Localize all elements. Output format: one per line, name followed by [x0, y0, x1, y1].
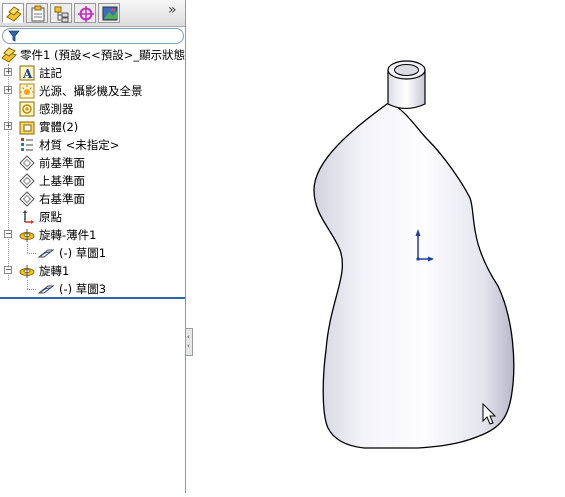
filter-icon — [8, 30, 20, 42]
tree-item-label: (-) 草圖3 — [59, 282, 107, 296]
tree-item-label: 上基準面 — [39, 174, 85, 188]
collapse-icon[interactable]: − — [4, 230, 12, 238]
tree-connector — [27, 253, 36, 254]
tree-item-label: 註記 — [39, 66, 62, 80]
property-manager-icon — [31, 5, 45, 22]
tree-item-label: 實體(2) — [39, 120, 79, 134]
tree-filter-input[interactable] — [2, 28, 184, 44]
tree-connector — [27, 244, 28, 253]
part-icon — [1, 47, 17, 63]
tree-item-label: (-) 草圖1 — [59, 246, 107, 260]
annotation-icon: A — [19, 65, 35, 81]
tab-propertymanager[interactable] — [26, 3, 48, 23]
tree-item-label: 旋轉-薄件1 — [39, 228, 97, 242]
tree-item-label: 感測器 — [39, 102, 74, 116]
more-tabs-button[interactable]: » — [168, 2, 177, 18]
tab-display-manager[interactable] — [98, 3, 120, 23]
lights-icon — [19, 83, 35, 99]
tree-item-label: 光源、攝影機及全景 — [39, 84, 143, 98]
plane-icon — [19, 191, 35, 207]
collapse-arrow-icon: ‹ — [187, 342, 190, 350]
tab-dimxpert[interactable] — [74, 3, 96, 23]
bottle-opening — [394, 64, 419, 76]
tree-item-label: 右基準面 — [39, 192, 85, 206]
expand-icon[interactable]: + — [4, 122, 12, 130]
collapse-icon[interactable]: − — [4, 266, 12, 274]
tree-filter-bar — [0, 27, 185, 45]
tree-connector — [8, 64, 9, 280]
revolve-feature-icon — [19, 229, 35, 242]
display-manager-icon — [102, 6, 118, 21]
plane-icon — [19, 155, 35, 171]
solid-bodies-folder-icon — [19, 121, 35, 135]
material-icon — [21, 138, 33, 151]
bottle-body[interactable] — [313, 101, 515, 449]
graphics-area[interactable] — [194, 0, 565, 493]
plane-icon — [19, 173, 35, 189]
model-viewport — [313, 60, 515, 449]
tab-configurationmanager[interactable] — [50, 3, 72, 23]
origin-icon — [23, 210, 34, 224]
feature-manager-panel: » 零件1 (預設<<預設>_顯示狀態 + A 註記 + 光源、攝影機及全景 感… — [0, 0, 186, 493]
tab-featuremanager[interactable] — [2, 3, 24, 23]
dimxpert-icon — [78, 6, 94, 22]
bottle-model[interactable] — [313, 60, 515, 449]
svg-text:A: A — [22, 67, 33, 81]
tree-connector — [27, 280, 28, 289]
sketch-icon — [38, 285, 54, 294]
tree-item-label: 原點 — [39, 210, 62, 224]
configuration-manager-icon — [54, 6, 69, 23]
feature-tree-icon — [6, 6, 22, 22]
rollback-bar[interactable] — [0, 297, 185, 299]
revolve-feature-icon — [19, 265, 35, 278]
tree-item-label: 材質 <未指定> — [39, 138, 120, 152]
collapse-arrow-icon: ‹ — [187, 333, 190, 341]
tree-item-label: 前基準面 — [39, 156, 85, 170]
tree-item-label: 零件1 (預設<<預設>_顯示狀態 — [20, 48, 186, 62]
expand-icon[interactable]: + — [4, 86, 12, 94]
manager-tab-bar: » — [0, 0, 185, 27]
tree-connector — [27, 289, 36, 290]
tree-item-label: 旋轉1 — [39, 264, 70, 278]
sensor-icon — [19, 101, 35, 117]
sketch-icon — [38, 249, 54, 258]
panel-collapse-handle[interactable]: ‹ ‹ — [185, 328, 193, 356]
expand-icon[interactable]: + — [4, 68, 12, 76]
